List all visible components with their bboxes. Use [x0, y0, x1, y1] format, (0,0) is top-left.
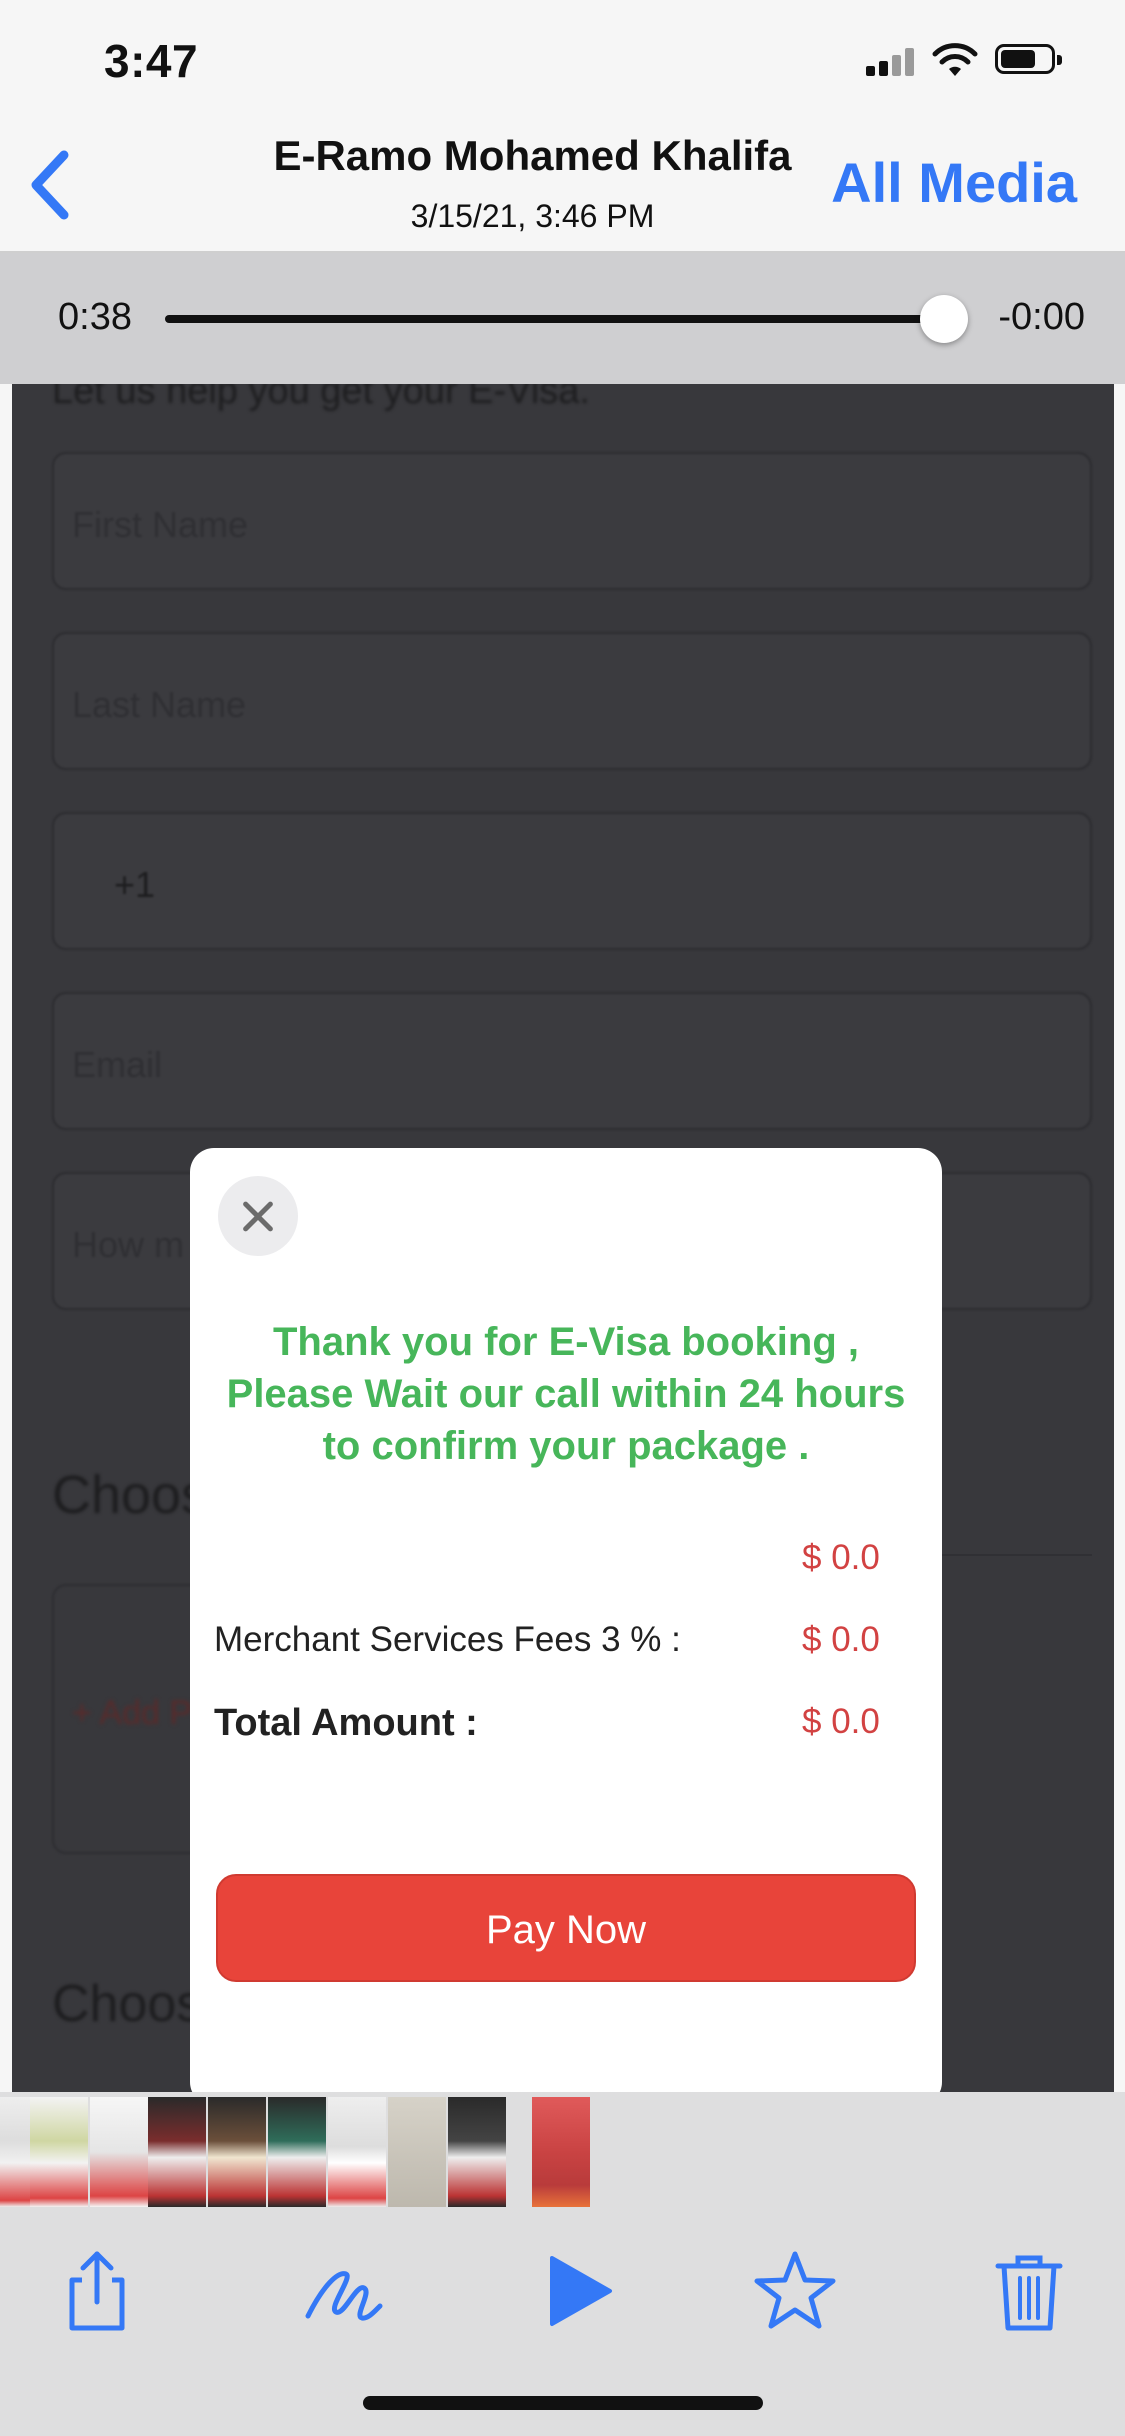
scrubber-knob[interactable] [920, 295, 968, 343]
first-name-placeholder: First Name [72, 504, 249, 545]
merchant-fee-label: Merchant Services Fees 3 % : [214, 1620, 681, 1659]
thumbnail[interactable] [328, 2097, 386, 2207]
total-amount-value: $ 0.0 [802, 1702, 880, 1741]
all-media-button[interactable]: All Media [831, 150, 1077, 215]
choose-heading: Choos [52, 1465, 209, 1525]
remaining-time: -0:00 [998, 296, 1085, 338]
share-icon[interactable] [52, 2246, 142, 2336]
thumbnail[interactable] [148, 2097, 206, 2207]
thumbnail-current[interactable] [532, 2097, 590, 2207]
last-name-placeholder: Last Name [72, 684, 247, 725]
cellular-signal-icon [866, 48, 916, 76]
email-field: Email [52, 992, 1092, 1130]
battery-icon [995, 44, 1062, 74]
favorite-star-icon[interactable] [750, 2246, 840, 2336]
form-heading: Let us help you get your E-Visa. [52, 384, 590, 412]
phone-prefix: +1 [114, 864, 156, 905]
thumbnail[interactable] [388, 2097, 446, 2207]
phone-field: +1 [52, 812, 1092, 950]
thumbnail[interactable] [30, 2097, 88, 2207]
markup-icon[interactable] [298, 2246, 388, 2336]
close-icon[interactable] [218, 1176, 298, 1256]
media-thumbnail-strip[interactable] [0, 2092, 1125, 2210]
thumbnail[interactable] [448, 2097, 506, 2207]
confirmation-message: Thank you for E-Visa booking , Please Wa… [226, 1320, 906, 1468]
email-placeholder: Email [72, 1044, 163, 1085]
fee-value: $ 0.0 [802, 1538, 880, 1577]
navigation-bar: E-Ramo Mohamed Khalifa 3/15/21, 3:46 PM … [0, 120, 1125, 253]
pay-now-button[interactable]: Pay Now [216, 1874, 916, 1982]
status-time: 3:47 [104, 35, 199, 87]
thumbnail[interactable] [268, 2097, 326, 2207]
play-icon[interactable] [532, 2246, 622, 2336]
merchant-fee-value: $ 0.0 [802, 1620, 880, 1659]
scrubber-track[interactable] [165, 315, 945, 323]
trash-icon[interactable] [984, 2246, 1074, 2336]
thumbnail[interactable] [90, 2097, 148, 2207]
video-scrubber: 0:38 -0:00 [0, 253, 1125, 384]
first-name-field: First Name [52, 452, 1092, 590]
elapsed-time: 0:38 [58, 296, 132, 338]
merchant-fee-row: Merchant Services Fees 3 % : $ 0.0 [214, 1614, 914, 1668]
last-name-field: Last Name [52, 632, 1092, 770]
home-indicator[interactable] [363, 2396, 763, 2410]
total-amount-label: Total Amount : [214, 1702, 478, 1744]
how-many-placeholder: How m [72, 1224, 185, 1265]
wifi-icon [932, 43, 978, 76]
total-amount-row: Total Amount : $ 0.0 [214, 1696, 914, 1750]
status-bar: 3:47 [0, 0, 1125, 120]
video-frame[interactable]: Let us help you get your E-Visa. First N… [0, 384, 1125, 2106]
payment-modal: Thank you for E-Visa booking , Please Wa… [190, 1148, 942, 2106]
fee-row: $ 0.0 [214, 1532, 914, 1586]
thumbnail[interactable] [208, 2097, 266, 2207]
